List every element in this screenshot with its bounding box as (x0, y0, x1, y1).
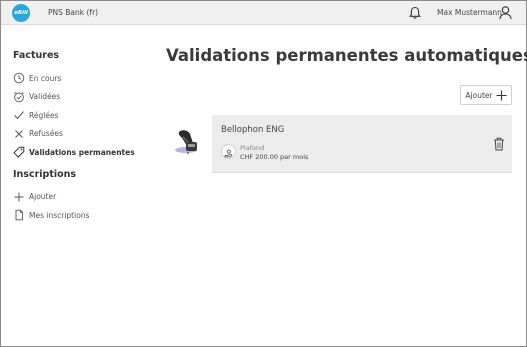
top-bar: eBill PNS Bank (fr) Max Mustermann (1, 1, 526, 25)
sidebar-item-label: Refusées (29, 129, 63, 139)
hand-coins-icon (224, 149, 233, 158)
x-icon (15, 129, 23, 138)
user-icon[interactable] (498, 5, 513, 20)
limit-icon-wrap (221, 144, 236, 159)
plus-icon (14, 192, 24, 202)
sidebar-item-label: Mes inscriptions (29, 210, 90, 220)
clock-icon (13, 72, 25, 84)
bell-icon[interactable] (408, 6, 422, 20)
sidebar-item-refusees[interactable]: Refusées (13, 125, 153, 144)
sidebar-item-en-cours[interactable]: En cours (13, 69, 153, 88)
sidebar-item-mes-inscriptions[interactable]: Mes inscriptions (13, 206, 153, 225)
document-icon (15, 210, 23, 221)
bank-name: PNS Bank (fr) (48, 8, 99, 17)
trash-icon[interactable] (493, 137, 505, 151)
sidebar-item-validations-permanentes[interactable]: Validations permanentes (13, 143, 153, 162)
add-button-label: Ajouter (465, 90, 493, 100)
inscriptions-heading: Inscriptions (13, 168, 77, 180)
limit-label: Plafond (240, 144, 265, 152)
sidebar-item-ajouter[interactable]: Ajouter (13, 188, 153, 207)
sidebar-item-label: Réglées (29, 110, 59, 120)
clock-check-icon (14, 91, 24, 103)
factures-heading: Factures (13, 50, 60, 61)
add-button[interactable]: Ajouter (460, 85, 512, 105)
limit-value: CHF 200.00 par mois (240, 153, 309, 161)
biller-logo (166, 115, 212, 173)
sidebar-item-reglees[interactable]: Réglées (13, 106, 153, 125)
sidebar-item-validees[interactable]: Validées (13, 88, 153, 107)
check-icon (14, 111, 24, 120)
plus-icon (496, 90, 507, 100)
tag-icon (13, 146, 25, 158)
biller-name: Bellophon ENG (221, 125, 285, 135)
sidebar-item-label: Validations permanentes (29, 147, 135, 157)
ebill-logo[interactable]: eBill (12, 4, 30, 22)
telephone-icon (175, 130, 197, 154)
validation-card[interactable]: Bellophon ENG Plafond CHF 200.00 par moi… (166, 115, 512, 173)
sidebar: Factures En cours Validées Réglées Refus… (13, 50, 153, 225)
user-name[interactable]: Max Mustermann (437, 8, 502, 17)
sidebar-item-label: En cours (29, 73, 62, 83)
sidebar-item-label: Ajouter (29, 192, 57, 202)
page-title: Validations permanentes automatiques (166, 46, 527, 65)
sidebar-item-label: Validées (29, 92, 61, 102)
